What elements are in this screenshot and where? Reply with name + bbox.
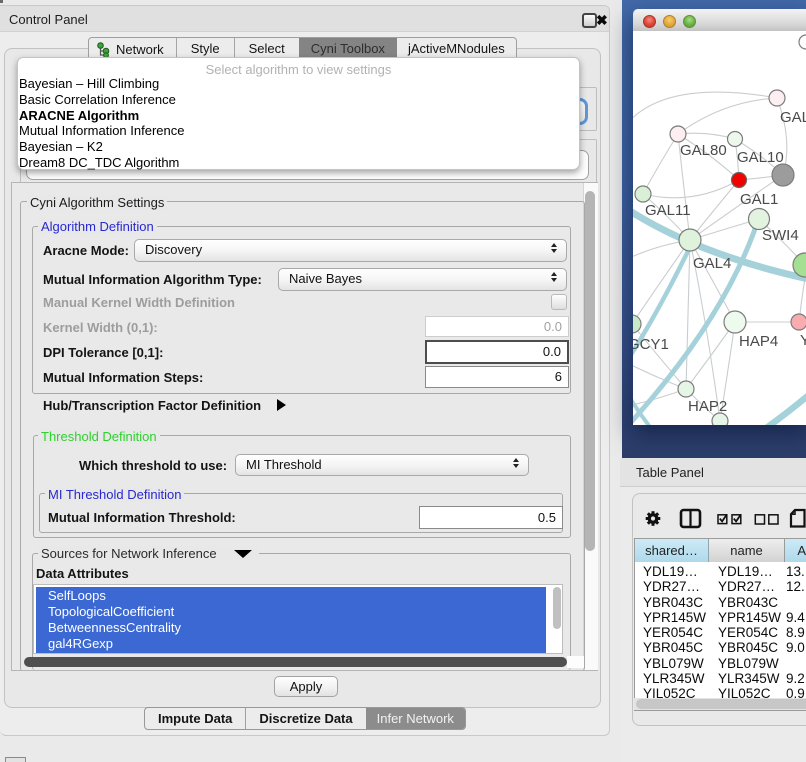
- svg-text:GCY1: GCY1: [633, 336, 669, 353]
- svg-text:GAL7: GAL7: [780, 109, 806, 126]
- svg-text:GAL10: GAL10: [737, 149, 784, 166]
- svg-text:Y: Y: [800, 332, 806, 349]
- svg-text:GAL1: GAL1: [740, 191, 778, 208]
- svg-text:GAL11: GAL11: [645, 202, 691, 219]
- svg-text:HAP4: HAP4: [739, 333, 778, 350]
- svg-text:GAL80: GAL80: [680, 142, 727, 159]
- svg-text:GAL4: GAL4: [693, 255, 731, 272]
- svg-text:SWI4: SWI4: [762, 227, 799, 244]
- svg-text:HAP2: HAP2: [688, 398, 727, 415]
